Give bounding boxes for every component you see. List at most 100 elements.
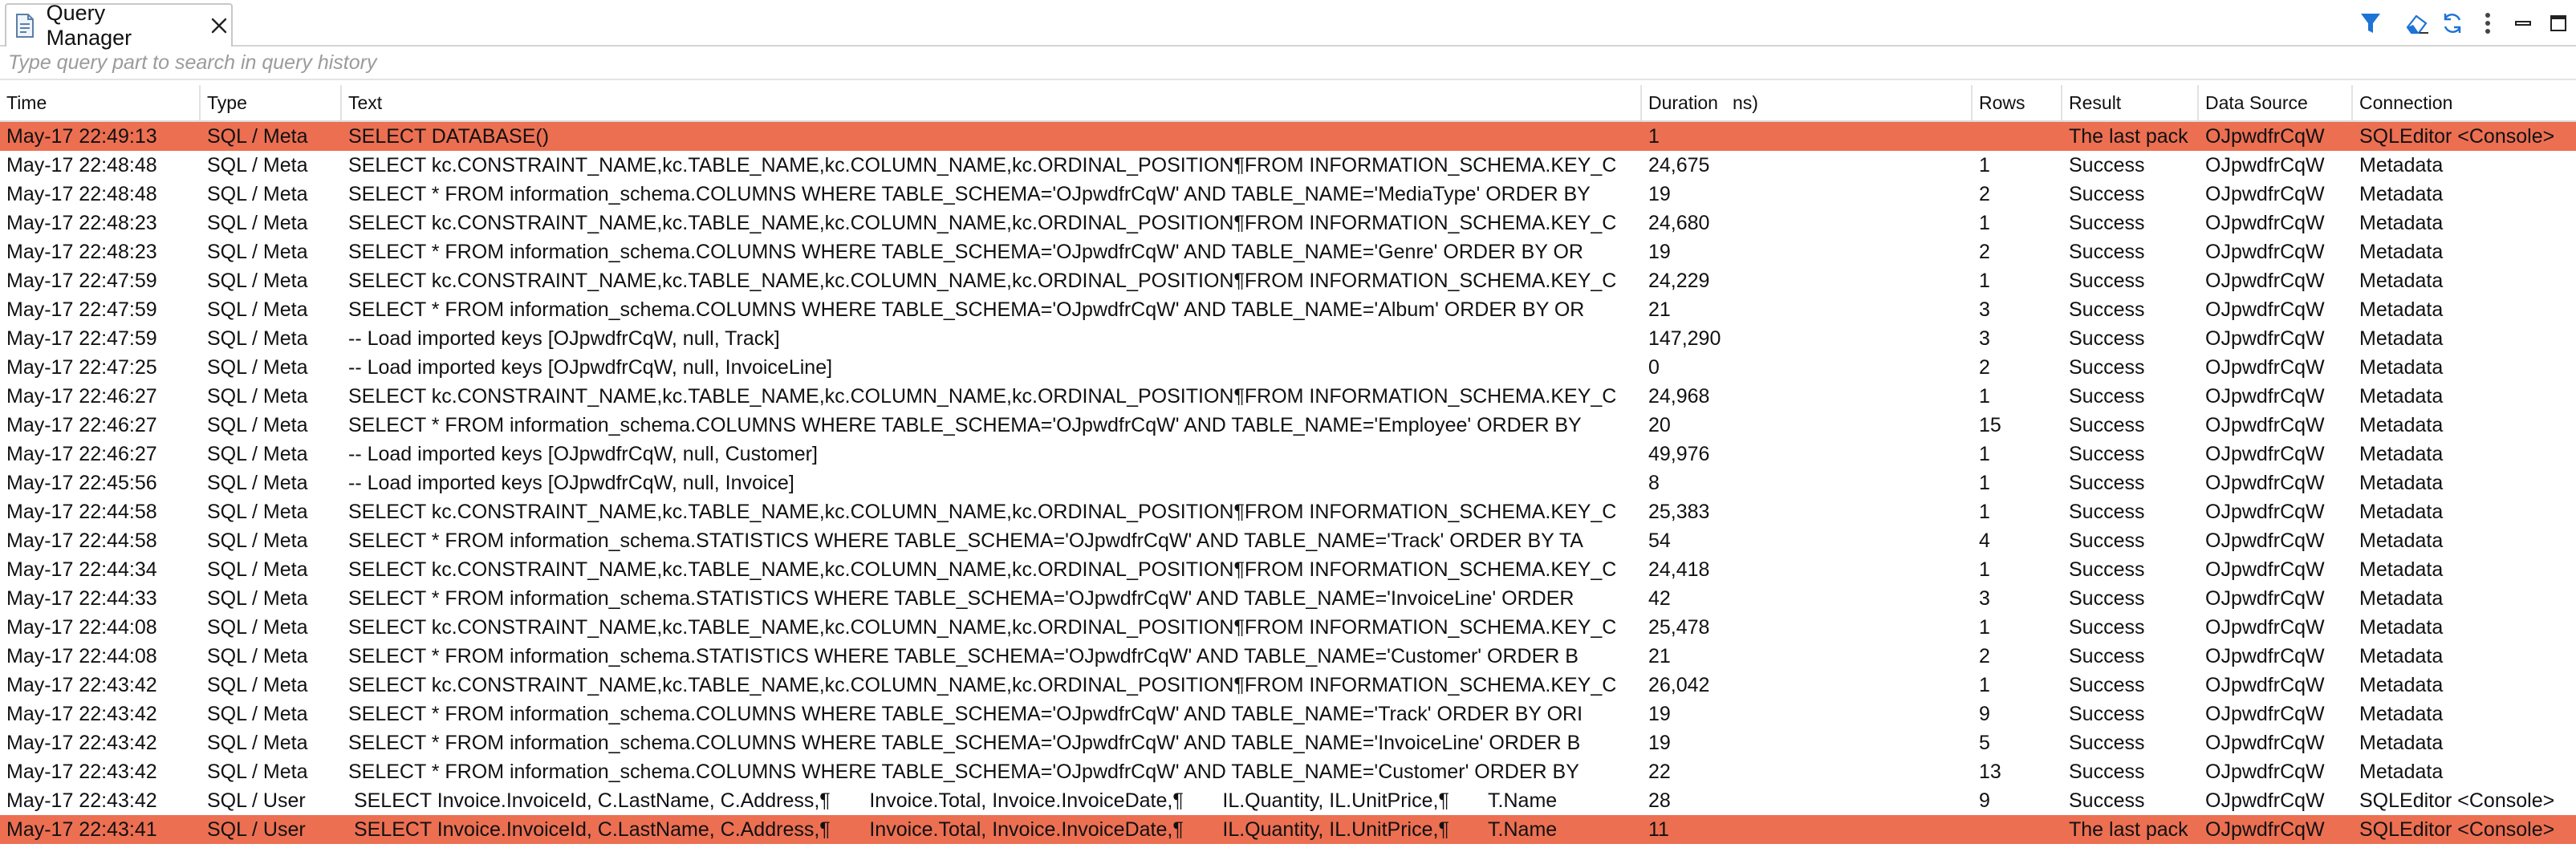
- table-row[interactable]: May-17 22:48:48 SQL / Meta SELECT kc.CONST…: [0, 151, 2576, 180]
- table-row[interactable]: May-17 22:47:25 SQL / Meta -- Load importe…: [0, 353, 2576, 382]
- column-header-duration-label: Duration: [1648, 92, 1718, 113]
- cell-rows: 1: [1979, 674, 1990, 696]
- column-header-text[interactable]: Text: [342, 85, 1642, 120]
- cell-result: Success: [2069, 789, 2145, 812]
- minimize-icon[interactable]: [2505, 6, 2541, 40]
- cell-time: May-17 22:48:23: [6, 241, 157, 263]
- cell-data-source: OJpwdfrCqW: [2205, 154, 2325, 176]
- cell-query-text: -- Load imported keys [OJpwdfrCqW, null,…: [348, 356, 833, 379]
- cell-rows: 5: [1979, 732, 1990, 754]
- table-row[interactable]: May-17 22:44:33 SQL / Meta SELECT * FROM i…: [0, 584, 2576, 613]
- column-header-result[interactable]: Result: [2062, 85, 2199, 120]
- cell-connection: Metadata: [2359, 703, 2444, 725]
- table-row[interactable]: May-17 22:48:23 SQL / Meta SELECT kc.CONST…: [0, 209, 2576, 237]
- cell-query-text: SELECT * FROM information_schema.STATIST…: [348, 529, 1583, 552]
- table-row[interactable]: May-17 22:44:58 SQL / Meta SELECT * FROM i…: [0, 526, 2576, 555]
- filter-icon[interactable]: [2353, 6, 2388, 40]
- table-row[interactable]: May-17 22:48:23 SQL / Meta SELECT * FROM i…: [0, 237, 2576, 266]
- cell-duration: 24,418: [1648, 558, 1710, 581]
- cell-connection: Metadata: [2359, 327, 2444, 350]
- table-row[interactable]: May-17 22:43:42 SQL / User SELECT Invoice…: [0, 786, 2576, 815]
- maximize-icon[interactable]: [2541, 6, 2576, 40]
- column-header-duration-unit: ns): [1732, 92, 1758, 113]
- cell-rows: 15: [1979, 414, 2001, 436]
- cell-data-source: OJpwdfrCqW: [2205, 125, 2325, 148]
- cell-rows: 1: [1979, 558, 1990, 581]
- cell-data-source: OJpwdfrCqW: [2205, 732, 2325, 754]
- column-header-data-source[interactable]: Data Source: [2199, 85, 2353, 120]
- table-header: Time Type Text Duration ns) Rows Result D…: [0, 85, 2576, 122]
- cell-query-text: SELECT kc.CONSTRAINT_NAME,kc.TABLE_NAME,…: [348, 501, 1617, 523]
- table-row[interactable]: May-17 22:44:34 SQL / Meta SELECT kc.CONST…: [0, 555, 2576, 584]
- cell-rows: 9: [1979, 789, 1990, 812]
- table-row[interactable]: May-17 22:44:58 SQL / Meta SELECT kc.CONST…: [0, 497, 2576, 526]
- cell-duration: 24,680: [1648, 212, 1710, 234]
- table-row[interactable]: May-17 22:46:27 SQL / Meta -- Load importe…: [0, 440, 2576, 469]
- cell-query-text: SELECT * FROM information_schema.COLUMNS…: [348, 703, 1583, 725]
- cell-time: May-17 22:46:27: [6, 443, 157, 465]
- table-row[interactable]: May-17 22:47:59 SQL / Meta SELECT kc.CONST…: [0, 266, 2576, 295]
- cell-connection: Metadata: [2359, 443, 2444, 465]
- cell-query-text: SELECT kc.CONSTRAINT_NAME,kc.TABLE_NAME,…: [348, 616, 1617, 639]
- cell-data-source: OJpwdfrCqW: [2205, 789, 2325, 812]
- cell-type: SQL / Meta: [207, 356, 308, 379]
- column-header-connection[interactable]: Connection: [2353, 85, 2576, 120]
- column-header-type[interactable]: Type: [201, 85, 342, 120]
- close-icon[interactable]: [207, 14, 231, 38]
- cell-duration: 22: [1648, 761, 1671, 783]
- cell-connection: Metadata: [2359, 645, 2444, 667]
- table-row[interactable]: May-17 22:45:56 SQL / Meta -- Load importe…: [0, 469, 2576, 497]
- column-header-rows[interactable]: Rows: [1973, 85, 2062, 120]
- table-row[interactable]: May-17 22:43:42 SQL / Meta SELECT kc.CONST…: [0, 671, 2576, 700]
- cell-query-text: SELECT kc.CONSTRAINT_NAME,kc.TABLE_NAME,…: [348, 674, 1617, 696]
- cell-rows: 3: [1979, 298, 1990, 321]
- cell-time: May-17 22:47:25: [6, 356, 157, 379]
- table-row[interactable]: May-17 22:44:08 SQL / Meta SELECT * FROM i…: [0, 642, 2576, 671]
- cell-duration: 21: [1648, 298, 1671, 321]
- cell-type: SQL / Meta: [207, 443, 308, 465]
- cell-rows: 2: [1979, 645, 1990, 667]
- cell-connection: Metadata: [2359, 529, 2444, 552]
- search-input[interactable]: [0, 47, 2576, 79]
- cell-data-source: OJpwdfrCqW: [2205, 529, 2325, 552]
- cell-query-text: SELECT * FROM information_schema.COLUMNS…: [348, 241, 1583, 263]
- cell-result: Success: [2069, 732, 2145, 754]
- table-row[interactable]: May-17 22:43:42 SQL / Meta SELECT * FROM i…: [0, 757, 2576, 786]
- cell-connection: Metadata: [2359, 732, 2444, 754]
- cell-rows: 1: [1979, 154, 1990, 176]
- cell-rows: 1: [1979, 501, 1990, 523]
- cell-type: SQL / Meta: [207, 385, 308, 408]
- cell-connection: Metadata: [2359, 298, 2444, 321]
- table-row[interactable]: May-17 22:47:59 SQL / Meta -- Load importe…: [0, 324, 2576, 353]
- tab-query-manager[interactable]: Query Manager: [5, 1, 233, 50]
- view-tab-bar: Query Manager: [0, 0, 2576, 50]
- refresh-icon[interactable]: [2435, 6, 2470, 40]
- cell-result: Success: [2069, 212, 2145, 234]
- view-menu-icon[interactable]: [2470, 6, 2505, 40]
- cell-duration: 8: [1648, 472, 1660, 494]
- column-header-time[interactable]: Time: [0, 85, 201, 120]
- cell-result: Success: [2069, 385, 2145, 408]
- cell-rows: 1: [1979, 472, 1990, 494]
- table-row[interactable]: May-17 22:48:48 SQL / Meta SELECT * FROM i…: [0, 180, 2576, 209]
- cell-query-text: SELECT * FROM information_schema.COLUMNS…: [348, 298, 1585, 321]
- cell-rows: [1973, 122, 2062, 151]
- table-row[interactable]: May-17 22:46:27 SQL / Meta SELECT * FROM i…: [0, 411, 2576, 440]
- table-row[interactable]: May-17 22:44:08 SQL / Meta SELECT kc.CONST…: [0, 613, 2576, 642]
- cell-type: SQL / Meta: [207, 529, 308, 552]
- cell-data-source: OJpwdfrCqW: [2205, 241, 2325, 263]
- table-row[interactable]: May-17 22:46:27 SQL / Meta SELECT kc.CONST…: [0, 382, 2576, 411]
- table-row-error[interactable]: May-17 22:49:13 SQL / Meta SELECT DATABASE…: [0, 122, 2576, 151]
- cell-time: May-17 22:47:59: [6, 270, 157, 292]
- column-header-duration[interactable]: Duration ns): [1642, 85, 1973, 120]
- table-row[interactable]: May-17 22:47:59 SQL / Meta SELECT * FROM i…: [0, 295, 2576, 324]
- table-row[interactable]: May-17 22:43:42 SQL / Meta SELECT * FROM i…: [0, 700, 2576, 728]
- cell-connection: SQLEditor <Console>: [2359, 818, 2555, 841]
- cell-rows: 1: [1979, 212, 1990, 234]
- cell-query-text: -- Load imported keys [OJpwdfrCqW, null,…: [348, 327, 780, 350]
- clear-log-icon[interactable]: [2399, 6, 2435, 40]
- cell-query-text: SELECT kc.CONSTRAINT_NAME,kc.TABLE_NAME,…: [348, 558, 1617, 581]
- cell-rows: 3: [1979, 327, 1990, 350]
- table-row-error[interactable]: May-17 22:43:41 SQL / User SELECT Invoice…: [0, 815, 2576, 844]
- table-row[interactable]: May-17 22:43:42 SQL / Meta SELECT * FROM i…: [0, 728, 2576, 757]
